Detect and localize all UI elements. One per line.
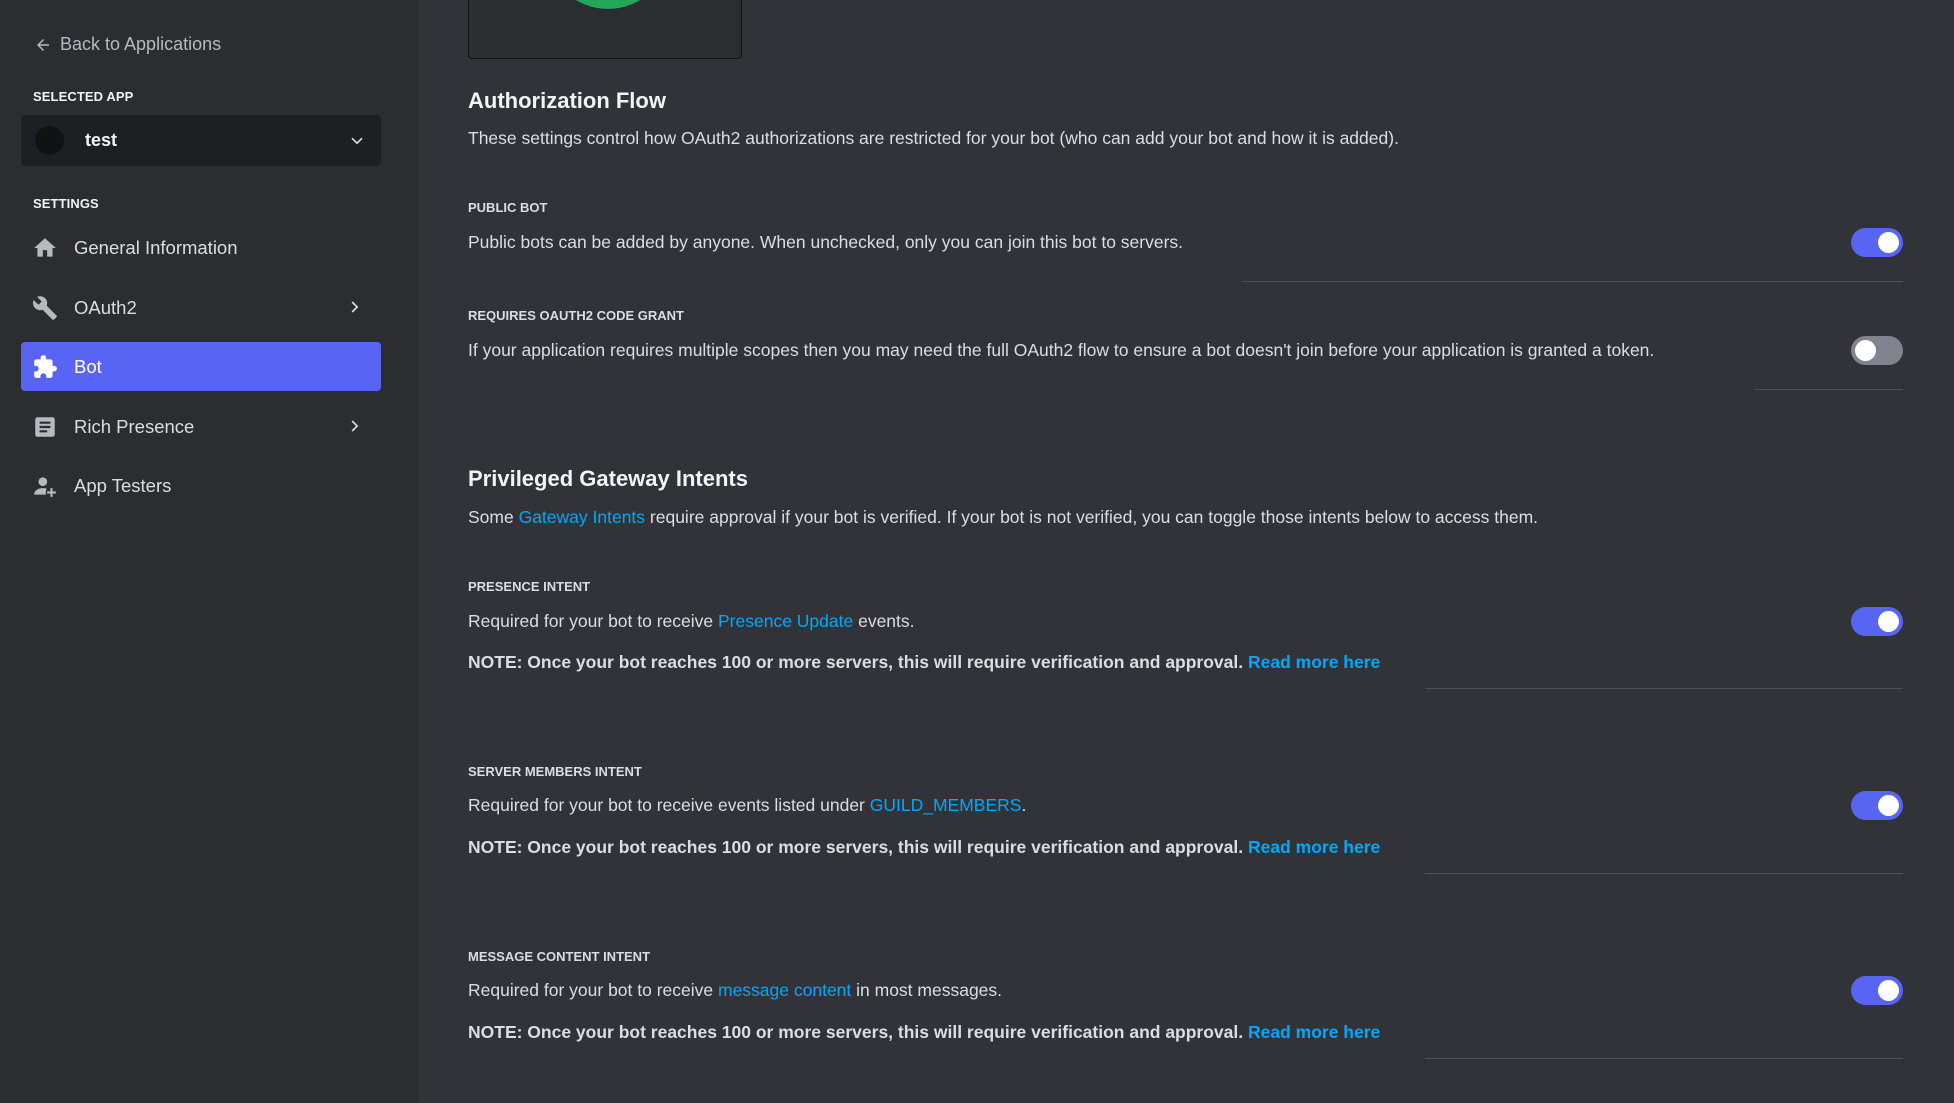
sidebar-item-app-testers[interactable]: App Testers — [21, 461, 381, 510]
public-bot-label: PUBLIC BOT — [468, 200, 548, 215]
puzzle-icon — [32, 354, 58, 380]
read-more-link[interactable]: Read more here — [1248, 652, 1380, 672]
chevron-down-icon — [351, 137, 363, 144]
desc-text: Required for your bot to receive events … — [468, 795, 870, 815]
toggle-knob — [1855, 340, 1876, 361]
toggle-knob — [1878, 795, 1899, 816]
back-label: Back to Applications — [60, 34, 222, 54]
user-add-icon — [32, 473, 58, 499]
sidebar: Back to Applications SELECTED APP test S… — [0, 0, 419, 1103]
settings-label: SETTINGS — [33, 196, 99, 211]
bot-avatar-upload[interactable] — [468, 0, 742, 59]
app-name: test — [85, 130, 118, 150]
server-members-intent-note: NOTE: Once your bot reaches 100 or more … — [468, 837, 1380, 858]
privileged-intents-description: Some Gateway Intents require approval if… — [468, 507, 1538, 528]
desc-text: . — [1021, 795, 1027, 815]
gateway-intents-link[interactable]: Gateway Intents — [519, 507, 645, 527]
chevron-right-icon — [351, 420, 359, 432]
sidebar-item-label: General Information — [74, 236, 238, 258]
guild-members-link[interactable]: GUILD_MEMBERS — [870, 795, 1022, 815]
presence-intent-note: NOTE: Once your bot reaches 100 or more … — [468, 652, 1380, 673]
note-text: NOTE: Once your bot reaches 100 or more … — [468, 1022, 1248, 1042]
server-members-intent-description: Required for your bot to receive events … — [468, 795, 1026, 816]
note-text: NOTE: Once your bot reaches 100 or more … — [468, 837, 1248, 857]
server-members-intent-label: SERVER MEMBERS INTENT — [468, 764, 642, 779]
toggle-knob — [1878, 232, 1899, 253]
desc-text: Required for your bot to receive — [468, 611, 718, 631]
toggle-knob — [1878, 611, 1899, 632]
selected-app-label: SELECTED APP — [33, 89, 134, 104]
presence-update-link[interactable]: Presence Update — [718, 611, 853, 631]
app-selector[interactable]: test — [21, 115, 381, 166]
message-content-intent-label: MESSAGE CONTENT INTENT — [468, 949, 651, 964]
authorization-flow-description: These settings control how OAuth2 author… — [468, 128, 1399, 148]
privileged-intents-title: Privileged Gateway Intents — [468, 466, 748, 491]
sidebar-item-label: App Testers — [74, 474, 172, 496]
toggle-knob — [1878, 980, 1899, 1001]
document-icon — [32, 414, 58, 440]
public-bot-toggle[interactable] — [1851, 228, 1903, 257]
divider — [1425, 1058, 1903, 1059]
desc-text: events. — [853, 611, 915, 631]
read-more-link[interactable]: Read more here — [1248, 837, 1380, 857]
message-content-intent-description: Required for your bot to receive message… — [468, 980, 1002, 1001]
app-avatar — [35, 126, 64, 155]
divider — [1425, 873, 1903, 874]
sidebar-item-label: Rich Presence — [74, 415, 195, 437]
sidebar-item-oauth2[interactable]: OAuth2 — [21, 283, 381, 332]
arrow-left-icon — [37, 38, 49, 51]
desc-text: Some — [468, 507, 519, 527]
code-grant-label: REQUIRES OAUTH2 CODE GRANT — [468, 308, 684, 323]
sidebar-item-general-information[interactable]: General Information — [21, 223, 381, 272]
code-grant-description: If your application requires multiple sc… — [468, 340, 1655, 360]
code-grant-toggle[interactable] — [1851, 336, 1903, 365]
server-members-intent-toggle[interactable] — [1851, 791, 1903, 820]
bot-avatar — [546, 0, 670, 9]
desc-text: in most messages. — [851, 980, 1003, 1000]
chevron-right-icon — [351, 301, 359, 313]
home-icon — [32, 235, 58, 261]
note-text: NOTE: Once your bot reaches 100 or more … — [468, 652, 1248, 672]
presence-intent-toggle[interactable] — [1851, 607, 1903, 636]
public-bot-description: Public bots can be added by anyone. When… — [468, 232, 1184, 252]
divider — [1425, 688, 1903, 689]
back-to-applications-link[interactable]: Back to Applications — [34, 34, 221, 55]
sidebar-item-rich-presence[interactable]: Rich Presence — [21, 402, 381, 451]
message-content-intent-toggle[interactable] — [1851, 976, 1903, 1005]
sidebar-item-bot[interactable]: Bot — [21, 342, 381, 391]
message-content-link[interactable]: message content — [718, 980, 851, 1000]
presence-intent-label: PRESENCE INTENT — [468, 579, 591, 594]
wrench-icon — [32, 295, 58, 321]
presence-intent-description: Required for your bot to receive Presenc… — [468, 611, 915, 632]
sidebar-item-label: Bot — [74, 355, 102, 377]
message-content-intent-note: NOTE: Once your bot reaches 100 or more … — [468, 1022, 1380, 1043]
read-more-link[interactable]: Read more here — [1248, 1022, 1380, 1042]
sidebar-item-label: OAuth2 — [74, 296, 137, 318]
authorization-flow-title: Authorization Flow — [468, 88, 666, 113]
desc-text: require approval if your bot is verified… — [645, 507, 1539, 527]
main-content: Authorization Flow These settings contro… — [419, 0, 1954, 1103]
divider — [1754, 389, 1903, 390]
divider — [1242, 281, 1903, 282]
desc-text: Required for your bot to receive — [468, 980, 718, 1000]
